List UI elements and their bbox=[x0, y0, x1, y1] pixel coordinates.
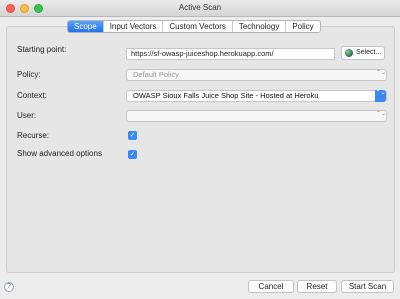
window-title: Active Scan bbox=[178, 3, 222, 12]
active-scan-window: Active Scan Starting point: https://sf-o… bbox=[0, 0, 400, 299]
tab-policy[interactable]: Policy bbox=[286, 21, 319, 32]
context-value: OWASP Sioux Falls Juice Shop Site - Host… bbox=[133, 91, 319, 100]
title-bar: Active Scan bbox=[0, 0, 400, 17]
policy-select: Default Policy ⌃⌄ bbox=[126, 69, 387, 81]
show-advanced-checkbox[interactable]: ✓ bbox=[128, 150, 137, 159]
user-label: User: bbox=[17, 111, 37, 120]
chevron-updown-icon: ⌃⌄ bbox=[375, 90, 386, 102]
tab-custom-vectors[interactable]: Custom Vectors bbox=[163, 21, 233, 32]
show-advanced-label: Show advanced options bbox=[17, 149, 102, 158]
tab-input-vectors[interactable]: Input Vectors bbox=[104, 21, 164, 32]
cancel-button[interactable]: Cancel bbox=[248, 280, 294, 293]
reset-button[interactable]: Reset bbox=[297, 280, 337, 293]
scope-panel: Starting point: https://sf-owasp-juicesh… bbox=[6, 26, 395, 273]
chevron-updown-icon: ⌃⌄ bbox=[376, 111, 387, 117]
context-label: Context: bbox=[17, 91, 47, 100]
tab-scope[interactable]: Scope bbox=[68, 21, 104, 32]
start-scan-button[interactable]: Start Scan bbox=[341, 280, 394, 293]
starting-point-field[interactable]: https://sf-owasp-juiceshop.herokuapp.com… bbox=[126, 48, 335, 60]
help-icon[interactable]: ? bbox=[4, 282, 14, 292]
chevron-updown-icon: ⌃⌄ bbox=[376, 70, 387, 76]
policy-label: Policy: bbox=[17, 70, 41, 79]
recurse-label: Recurse: bbox=[17, 131, 50, 140]
globe-icon bbox=[345, 49, 353, 57]
select-button-label: Select... bbox=[356, 49, 382, 56]
user-select: ⌃⌄ bbox=[126, 110, 387, 122]
context-select[interactable]: OWASP Sioux Falls Juice Shop Site - Host… bbox=[126, 90, 387, 102]
select-button[interactable]: Select... bbox=[341, 46, 385, 60]
recurse-checkbox[interactable]: ✓ bbox=[128, 131, 137, 140]
starting-point-label: Starting point: bbox=[17, 45, 67, 54]
checkmark-icon: ✓ bbox=[129, 151, 136, 158]
checkmark-icon: ✓ bbox=[129, 132, 136, 139]
tab-bar: Scope Input Vectors Custom Vectors Techn… bbox=[67, 20, 321, 33]
policy-value: Default Policy bbox=[133, 70, 179, 79]
tab-technology[interactable]: Technology bbox=[233, 21, 287, 32]
